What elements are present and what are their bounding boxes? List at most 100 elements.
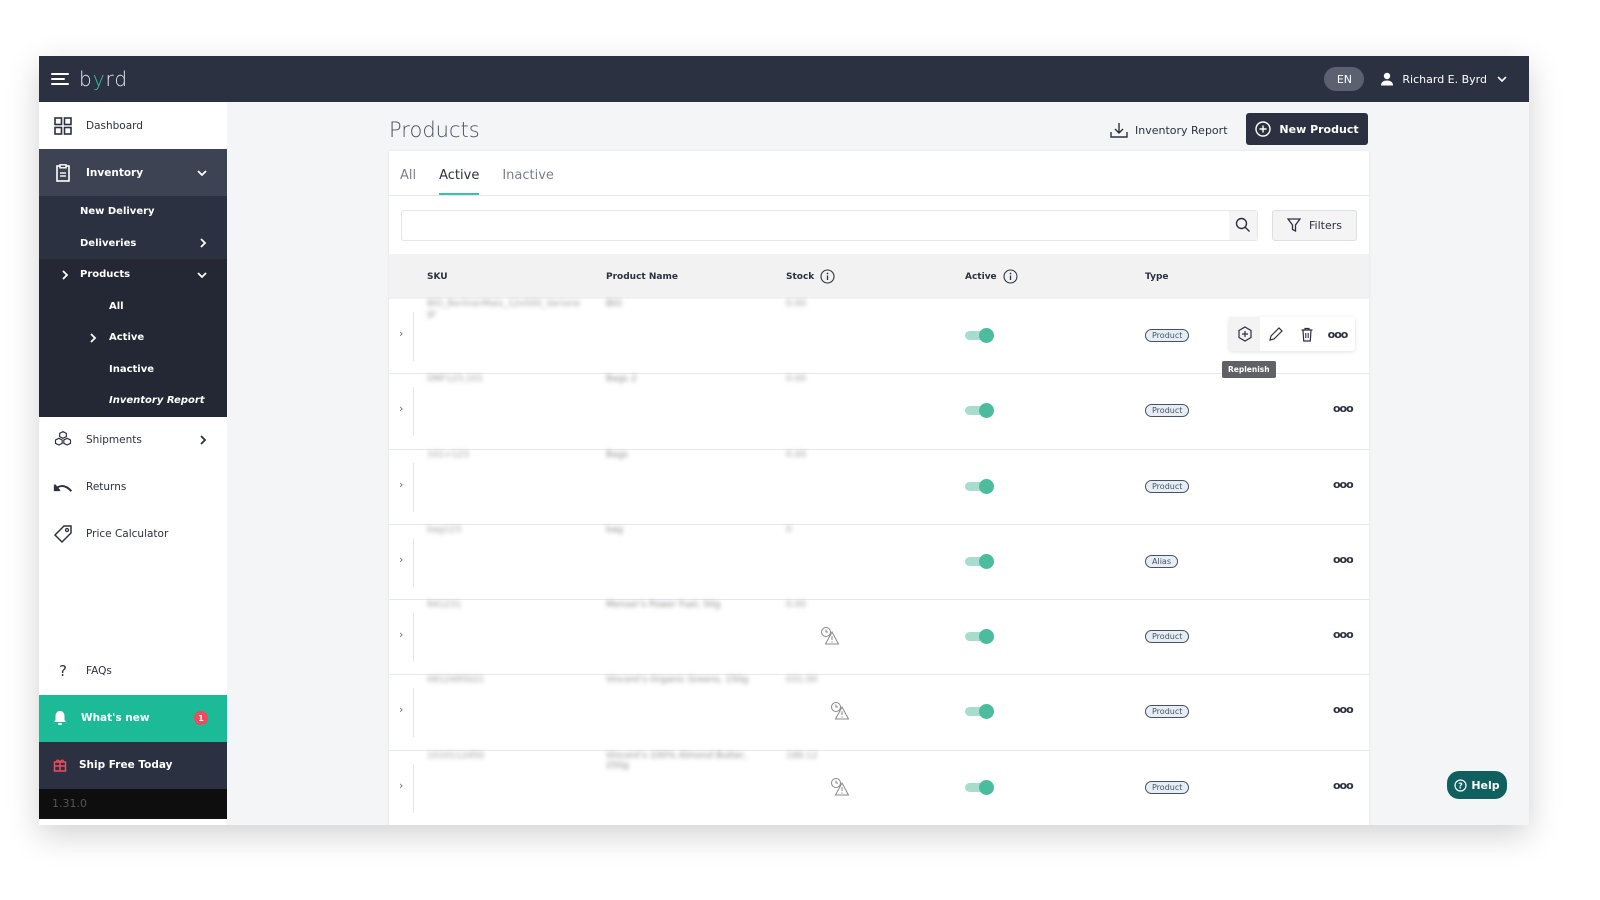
column-header-sku[interactable]: SKU [427,272,448,282]
expiry-warning-icon[interactable] [830,777,850,801]
table-row[interactable]: › BIO_BerlinerMais_12x500_Varione gr BIO 0.… [389,299,1369,378]
new-product-button[interactable]: New Product [1246,113,1368,145]
column-label: Type [1145,271,1169,282]
column-label: Stock [786,271,815,282]
logo-text-post: rd [105,67,129,91]
sidebar-item-price-calculator[interactable]: Price Calculator [39,511,227,558]
expand-row-chevron-icon[interactable]: › [399,553,403,566]
filters-button[interactable]: Filters [1272,209,1357,241]
edit-button[interactable] [1260,317,1291,351]
active-toggle[interactable] [965,478,994,494]
expand-row-chevron-icon[interactable]: › [399,779,403,792]
toggle-knob [979,478,994,494]
expand-row-chevron-icon[interactable]: › [399,327,403,340]
more-options-button[interactable]: ooo [1333,628,1354,641]
product-name-cell[interactable]: Menser's Power Fuel, 50g [606,600,756,610]
product-name-cell[interactable]: BIO [606,299,756,309]
chevron-down-icon [1497,76,1507,83]
table-row[interactable]: › 101+123 Bags 0.00 Product ooo [389,450,1369,525]
language-button[interactable]: EN [1324,67,1365,91]
table-row[interactable]: › bag123 bag 0 Alias ooo [389,525,1369,601]
product-name-cell[interactable]: Vincent's 100% Almond Butter, 250g [606,751,756,771]
table-row[interactable]: › 0812495021 Vincent's Organic Greens, 150… [389,675,1369,751]
page-title: Products [389,118,480,142]
stock-cell: 031.00 [786,675,818,686]
sidebar-item-dashboard[interactable]: Dashboard [39,102,227,149]
table-row[interactable]: › 841231 Menser's Power Fuel, 50g 0.00 Produ… [389,600,1369,676]
help-label: Help [1471,778,1500,792]
user-menu[interactable]: Richard E. Byrd [1380,72,1515,86]
search-icon [1235,217,1250,232]
more-options-button[interactable]: ooo [1333,402,1354,415]
more-options-button[interactable]: ooo [1333,553,1354,566]
trash-icon [1301,327,1312,342]
column-header-stock[interactable]: Stock [786,269,835,284]
more-options-button[interactable]: ooo [1333,779,1354,792]
chevron-right-icon [200,435,207,445]
search-box [401,209,1258,241]
active-toggle[interactable] [965,403,994,419]
sidebar-item-products-inactive[interactable]: Inactive [39,354,227,386]
sidebar-item-inventory-report[interactable]: Inventory Report [39,385,227,417]
row-divider [413,613,414,663]
tab-active[interactable]: Active [439,150,480,195]
expiry-warning-icon[interactable] [820,626,840,650]
byrd-logo[interactable]: byrd [79,67,128,91]
more-options-button[interactable]: ooo [1322,317,1353,351]
expand-row-chevron-icon[interactable]: › [399,478,403,491]
inventory-report-button[interactable]: Inventory Report [1110,122,1228,138]
sidebar-item-new-delivery[interactable]: New Delivery [39,196,227,228]
replenish-button[interactable] [1229,317,1260,351]
sidebar-item-ship-free-today[interactable]: Ship Free Today [39,741,227,789]
info-icon[interactable] [820,269,835,284]
sidebar-item-products-active[interactable]: Active [39,322,227,354]
sidebar-item-whats-new[interactable]: What's new 1 [39,694,227,742]
sidebar-item-products-all[interactable]: All [39,291,227,323]
product-name-cell[interactable]: Bags 2 [606,374,756,384]
sidebar-item-products[interactable]: Products [39,259,227,291]
table-body: › BIO_BerlinerMais_12x500_Varione gr BIO 0.… [389,299,1369,825]
hamburger-menu-icon[interactable] [51,73,69,85]
sidebar-item-faqs[interactable]: ? FAQs [39,648,227,695]
sidebar-item-deliveries[interactable]: Deliveries [39,228,227,260]
more-options-button[interactable]: ooo [1333,478,1354,491]
sidebar-item-returns[interactable]: Returns [39,464,227,511]
active-toggle[interactable] [965,553,994,569]
stock-cell: 0.00 [786,600,807,611]
product-name-cell[interactable]: bag [606,525,756,535]
column-header-active[interactable]: Active [965,269,1018,284]
filters-label: Filters [1309,218,1342,232]
sidebar-item-label: Inventory Report [109,395,205,407]
app-version: 1.31.0 [39,788,227,819]
column-header-product-name[interactable]: Product Name [606,272,678,282]
column-header-type[interactable]: Type [1145,272,1168,282]
more-options-button[interactable]: ooo [1333,703,1354,716]
sidebar-item-inventory[interactable]: Inventory [39,149,227,196]
delete-button[interactable] [1291,317,1322,351]
logo-text-pre: b [79,67,93,91]
table-row[interactable]: › 1010112450 Vincent's 100% Almond Butter,… [389,751,1369,825]
sidebar-item-shipments[interactable]: Shipments [39,417,227,464]
product-name-cell[interactable]: Bags [606,450,756,460]
column-label: Product Name [606,271,678,282]
tab-all[interactable]: All [400,150,416,195]
help-button[interactable]: ? Help [1447,771,1507,799]
active-toggle[interactable] [965,328,994,343]
expand-row-chevron-icon[interactable]: › [399,703,403,716]
table-row[interactable]: › DNF123,101 Bags 2 0.00 Product ooo [389,374,1369,450]
expand-row-chevron-icon[interactable]: › [399,402,403,415]
user-name: Richard E. Byrd [1402,72,1487,86]
tab-inactive[interactable]: Inactive [502,150,554,195]
search-button[interactable] [1229,210,1257,240]
sidebar-item-label: Dashboard [86,119,143,132]
expand-row-chevron-icon[interactable]: › [399,628,403,641]
active-toggle[interactable] [965,629,994,645]
search-input[interactable] [402,210,1229,240]
expiry-warning-icon[interactable] [830,701,850,725]
product-name-cell[interactable]: Vincent's Organic Greens, 150g [606,675,756,685]
clipboard-icon [53,163,73,183]
active-toggle[interactable] [965,779,994,795]
info-icon[interactable] [1003,269,1018,284]
chevron-down-icon [197,169,207,176]
active-toggle[interactable] [965,704,994,720]
